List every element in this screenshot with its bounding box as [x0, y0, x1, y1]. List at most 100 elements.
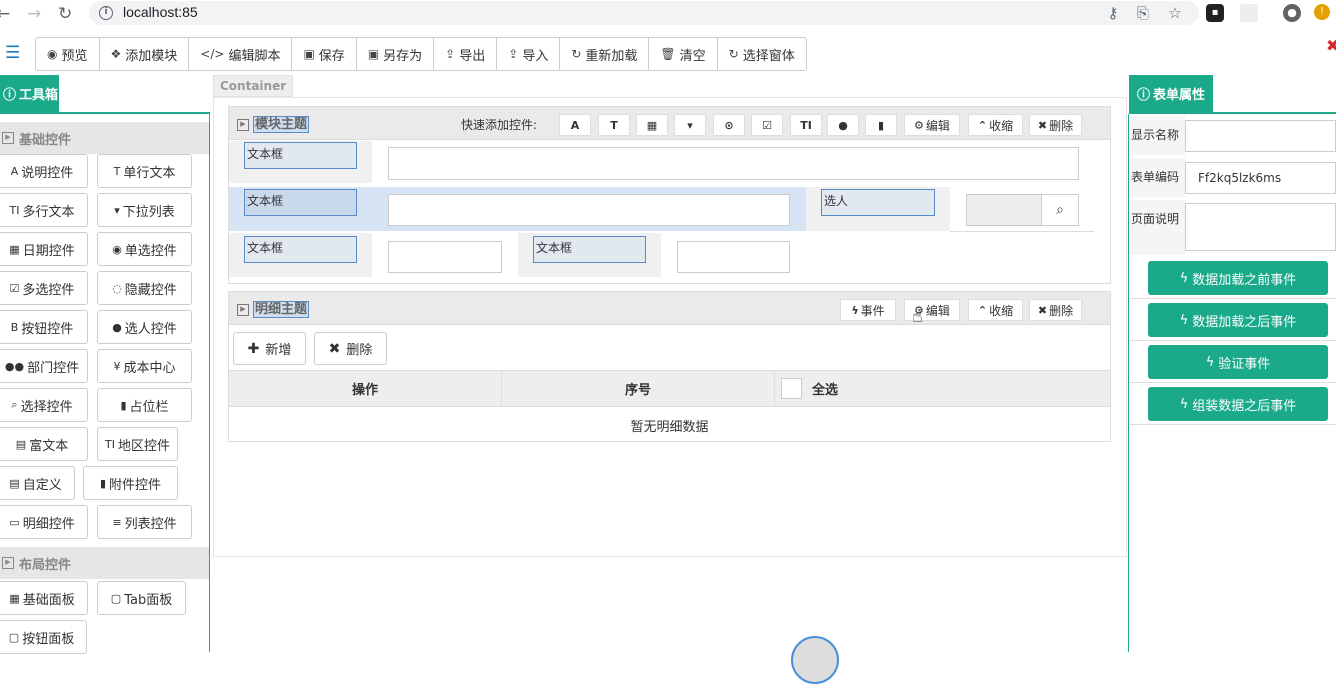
form-properties-tab[interactable]: ⓘ 表单属性	[1129, 75, 1213, 112]
field-label[interactable]: 文本框	[244, 236, 357, 263]
control-1[interactable]: T 单行文本	[97, 154, 192, 188]
key-icon[interactable]: ⚷	[1104, 4, 1122, 22]
control-18[interactable]: ▭ 明细控件	[0, 505, 88, 539]
basic-controls-section[interactable]: ▶ 基础控件	[0, 122, 209, 154]
text-field[interactable]	[677, 241, 790, 273]
detail-event-button[interactable]: ϟ 事件	[840, 299, 896, 321]
delete-row-button[interactable]: ✖ 删除	[314, 332, 387, 365]
control-7[interactable]: ◌ 隐藏控件	[97, 271, 192, 305]
quick-add-user-button[interactable]: ●	[827, 114, 859, 136]
form-code-input[interactable]: Ff2kq5lzk6ms	[1185, 162, 1336, 194]
event-button-0[interactable]: ϟ 数据加载之前事件	[1148, 261, 1328, 295]
control-8[interactable]: B 按钮控件	[0, 310, 88, 344]
quick-add-checkbox-button[interactable]: ☑	[751, 114, 783, 136]
control-0[interactable]: A 说明控件	[0, 154, 88, 188]
toolbar-button-5[interactable]: ⇪ 导出	[434, 38, 498, 70]
control-19[interactable]: ≡ 列表控件	[97, 505, 192, 539]
toolbar-button-3[interactable]: ▣ 保存	[292, 38, 357, 70]
control-13[interactable]: ▮ 占位栏	[97, 388, 192, 422]
close-icon: ✖	[1037, 118, 1048, 132]
detail-delete-button[interactable]: ✖ 删除	[1029, 299, 1082, 321]
toolbox-tab[interactable]: ⓘ 工具箱	[0, 75, 59, 112]
detail-title[interactable]: ▶ 明细主题	[237, 301, 310, 318]
control-12[interactable]: ⌕ 选择控件	[0, 388, 88, 422]
select-all-checkbox[interactable]	[781, 378, 802, 399]
extension-2-icon[interactable]	[1240, 4, 1258, 22]
event-button-2[interactable]: ϟ 验证事件	[1148, 345, 1328, 379]
display-name-input[interactable]	[1185, 120, 1336, 152]
module-delete-button[interactable]: ✖ 删除	[1029, 114, 1082, 136]
field-label[interactable]: 文本框	[533, 236, 646, 263]
layout-controls-section[interactable]: ▶ 布局控件	[0, 547, 209, 579]
section-title: 布局控件	[19, 557, 72, 573]
address-bar[interactable]: i localhost:85	[89, 1, 1199, 25]
event-button-3[interactable]: ϟ 组装数据之后事件	[1148, 387, 1328, 421]
select-form-icon: ↻	[728, 47, 739, 61]
forward-icon[interactable]: →	[27, 4, 41, 24]
info-icon[interactable]: i	[99, 6, 113, 20]
divider	[1130, 382, 1336, 383]
detail-table: 操作 序号 全选 暂无明细数据	[228, 370, 1111, 442]
back-icon[interactable]: ←	[0, 4, 10, 24]
control-6[interactable]: ☑ 多选控件	[0, 271, 88, 305]
toolbar-button-0[interactable]: ◉ 预览	[36, 38, 100, 70]
user-picker-field[interactable]	[966, 194, 1042, 226]
field-label[interactable]: 文本框	[244, 142, 357, 169]
control-3[interactable]: ▾ 下拉列表	[97, 193, 192, 227]
toolbar-button-4[interactable]: ▣ 另存为	[357, 38, 435, 70]
dropdown-icon: ▾	[687, 118, 693, 132]
quick-add-multiline-button[interactable]: TI	[790, 114, 822, 136]
hamburger-menu-icon[interactable]: ☰	[5, 43, 20, 63]
translate-icon[interactable]: ⎘	[1134, 4, 1152, 22]
module-title[interactable]: ▶ 模块主题	[237, 116, 310, 133]
reload-icon[interactable]: ↻	[58, 4, 72, 24]
checkbox-icon: ☑	[9, 281, 20, 295]
toolbar-button-8[interactable]: 🗑 清空	[649, 38, 718, 70]
quick-add-font-button[interactable]: A	[559, 114, 591, 136]
toolbar-button-6[interactable]: ⇪ 导入	[497, 38, 561, 70]
add-row-button[interactable]: ✚ 新增	[233, 332, 306, 365]
quick-add-radio-button[interactable]: ⊙	[713, 114, 745, 136]
control-15[interactable]: TI 地区控件	[97, 427, 178, 461]
quick-add-text-button[interactable]: T	[598, 114, 630, 136]
column-header-action: 操作	[229, 371, 502, 407]
event-button-1[interactable]: ϟ 数据加载之后事件	[1148, 303, 1328, 337]
section-title: 基础控件	[19, 132, 72, 148]
text-field[interactable]	[388, 241, 502, 273]
control-10[interactable]: ●● 部门控件	[0, 349, 88, 383]
quick-add-bookmark-button[interactable]: ▮	[865, 114, 897, 136]
control-14[interactable]: ▤ 富文本	[0, 427, 88, 461]
page-description-input[interactable]	[1185, 203, 1336, 251]
field-label[interactable]: 选人	[821, 189, 935, 216]
layout-control-2[interactable]: ▢ 按钮面板	[0, 620, 87, 654]
toolbar-button-2[interactable]: </> 编辑脚本	[189, 38, 293, 70]
module-edit-button[interactable]: ⚙ 编辑	[904, 114, 960, 136]
profile-icon[interactable]: ●	[1283, 4, 1301, 22]
control-11[interactable]: ¥ 成本中心	[97, 349, 192, 383]
chevron-up-icon: ⌃	[977, 118, 988, 132]
control-label: Tab面板	[124, 592, 173, 608]
control-5[interactable]: ◉ 单选控件	[97, 232, 192, 266]
toolbar-button-7[interactable]: ↻ 重新加载	[560, 38, 650, 70]
control-4[interactable]: ▦ 日期控件	[0, 232, 88, 266]
control-17[interactable]: ▮ 附件控件	[83, 466, 178, 500]
search-button[interactable]: ⌕	[1041, 194, 1079, 226]
layout-control-0[interactable]: ▦ 基础面板	[0, 581, 88, 615]
update-icon[interactable]: !	[1314, 4, 1330, 20]
control-2[interactable]: TI 多行文本	[0, 193, 88, 227]
quick-add-dropdown-button[interactable]: ▾	[674, 114, 706, 136]
detail-collapse-button[interactable]: ⌃ 收缩	[968, 299, 1023, 321]
control-16[interactable]: ▤ 自定义	[0, 466, 75, 500]
text-field[interactable]	[388, 147, 1079, 180]
star-icon[interactable]: ☆	[1166, 4, 1184, 22]
layout-control-1[interactable]: ▢ Tab面板	[97, 581, 186, 615]
toolbar-button-9[interactable]: ↻ 选择窗体	[718, 38, 806, 70]
toolbar-button-1[interactable]: ❖ 添加模块	[100, 38, 190, 70]
close-icon[interactable]: ✖	[1326, 36, 1336, 55]
text-field[interactable]	[388, 194, 790, 226]
quick-add-calendar-button[interactable]: ▦	[636, 114, 668, 136]
extension-icon[interactable]: ▪	[1206, 4, 1224, 22]
module-collapse-button[interactable]: ⌃ 收缩	[968, 114, 1023, 136]
field-label[interactable]: 文本框	[244, 189, 357, 216]
control-9[interactable]: ● 选人控件	[97, 310, 192, 344]
